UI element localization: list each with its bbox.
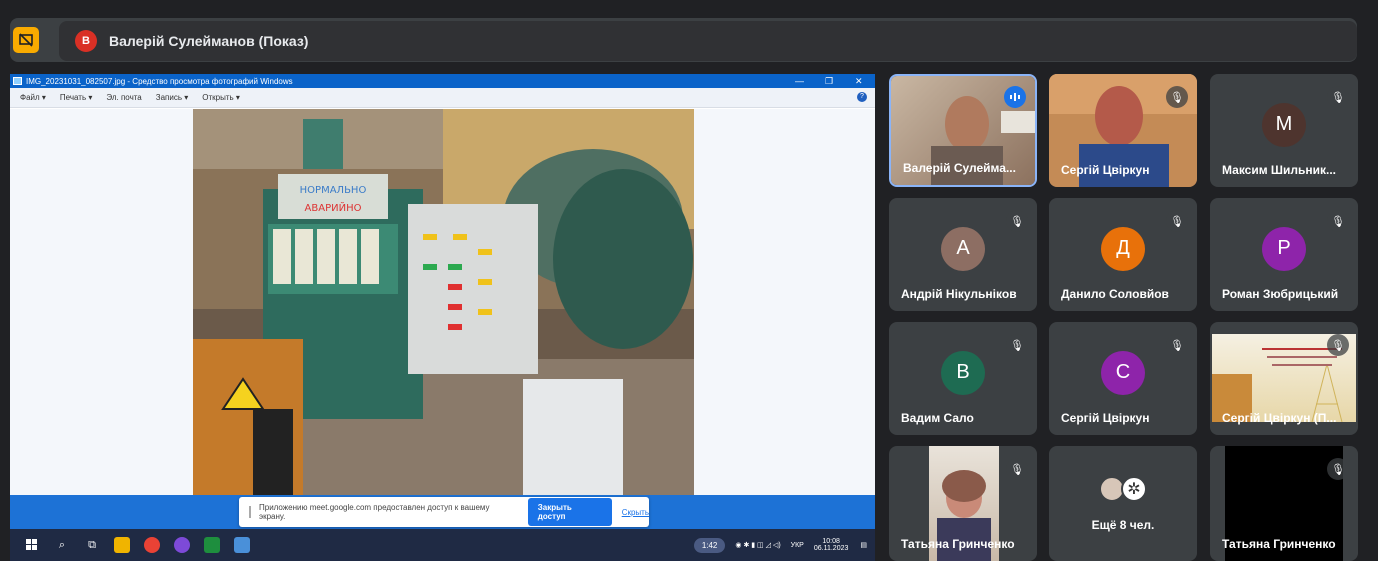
participant-tile[interactable]: 🎙 Д Данило Соловйов (1049, 198, 1197, 311)
task-view-icon[interactable]: ⧉ (84, 537, 100, 553)
tray-time: 10:08 (822, 538, 840, 545)
close-icon[interactable]: ✕ (855, 74, 863, 88)
participant-tile[interactable]: 🎙 Сергій Цвіркун (П... (1210, 322, 1358, 435)
mic-off-icon: 🎙 (1006, 210, 1028, 232)
participant-tile[interactable]: 🎙 А Андрій Нікульніков (889, 198, 1037, 311)
participant-tile[interactable]: Валерій Сулейма... (889, 74, 1037, 187)
menu-burn[interactable]: Запись ▾ (156, 93, 189, 102)
participant-name: Татьяна Гринченко (1222, 537, 1336, 551)
speaking-indicator-icon (1004, 86, 1026, 108)
photo-sign-alarm: АВАРИЙНО (305, 201, 362, 214)
more-count-label: Ещё 8 чел. (1091, 518, 1155, 532)
participant-name: Роман Зюбрицький (1222, 287, 1339, 301)
mini-avatar-flower-icon: ✲ (1121, 476, 1147, 502)
presenter-chip[interactable]: В Валерій Сулейманов (Показ) (59, 21, 1357, 61)
participant-avatar: М (1262, 102, 1306, 147)
participant-tile[interactable]: 🎙 Р Роман Зюбрицький (1210, 198, 1358, 311)
mic-off-icon: 🎙 (1166, 210, 1188, 232)
shared-screen: IMG_20231031_082507.jpg - Средство просм… (10, 74, 875, 561)
photo-viewer-titlebar: IMG_20231031_082507.jpg - Средство просм… (10, 74, 875, 88)
presenter-avatar: В (75, 30, 97, 52)
meet-icon[interactable] (204, 537, 220, 553)
participant-tile[interactable]: 🎙 Сергій Цвіркун (1049, 74, 1197, 187)
presenter-label: Валерій Сулейманов (Показ) (109, 33, 309, 49)
windows-start-icon[interactable] (24, 537, 40, 553)
tray-pill[interactable]: 1:42 (693, 537, 726, 553)
drag-handle-icon[interactable] (249, 506, 251, 518)
mic-off-icon: 🎙 (1166, 334, 1188, 356)
window-title: IMG_20231031_082507.jpg - Средство просм… (26, 76, 293, 86)
more-participants-tile[interactable]: ✲ Ещё 8 чел. (1049, 446, 1197, 561)
search-icon[interactable]: ⌕ (54, 537, 70, 553)
system-tray: 1:42 ◉ ✱ ▮ ◫ ◿ ◁) УКР 10:08 06.11.2023 ▤ (693, 529, 867, 561)
participant-avatar: С (1101, 350, 1145, 395)
tray-network-icon[interactable]: ◉ ✱ ▮ ◫ ◿ ◁) (735, 541, 780, 549)
mic-off-icon: 🎙 (1327, 334, 1349, 356)
mic-off-icon: 🎙 (1327, 210, 1349, 232)
stop-presenting-icon[interactable] (13, 27, 39, 53)
participant-tile[interactable]: 🎙 С Сергій Цвіркун (1049, 322, 1197, 435)
participant-name: Сергій Цвіркун (П... (1222, 411, 1337, 425)
participant-name: Валерій Сулейма... (903, 161, 1016, 175)
viber-icon[interactable] (174, 537, 190, 553)
windows-taskbar: ⌕ ⧉ 1:42 ◉ ✱ ▮ ◫ ◿ ◁) УКР 10:08 06.11.20… (10, 529, 875, 561)
participant-name: Вадим Сало (901, 411, 974, 425)
participant-tile[interactable]: 🎙 Татьяна Гринченко (889, 446, 1037, 561)
participant-avatar: Р (1262, 226, 1306, 271)
mic-off-icon: 🎙 (1327, 86, 1349, 108)
tray-clock[interactable]: 10:08 06.11.2023 (814, 538, 849, 552)
stop-sharing-button[interactable]: Закрыть доступ (527, 498, 612, 526)
participant-name: Сергій Цвіркун (1061, 411, 1150, 425)
share-notice: Приложению meet.google.com предоставлен … (239, 497, 649, 527)
photos-icon[interactable] (234, 537, 250, 553)
menu-print[interactable]: Печать ▾ (60, 93, 92, 102)
notifications-icon[interactable]: ▤ (860, 541, 867, 549)
participant-name: Сергій Цвіркун (1061, 163, 1150, 177)
photo-sign-normal: НОРМАЛЬНО (300, 185, 367, 196)
chrome-icon[interactable] (144, 537, 160, 553)
viewer-menubar: Файл ▾ Печать ▾ Эл. почта Запись ▾ Откры… (10, 88, 875, 108)
participant-name: Андрій Нікульніков (901, 287, 1017, 301)
participant-tile[interactable]: 🎙 В Вадим Сало (889, 322, 1037, 435)
menu-open[interactable]: Открыть ▾ (202, 93, 240, 102)
participant-avatar: А (941, 226, 985, 271)
photo-viewer-icon (13, 77, 22, 85)
menu-file[interactable]: Файл ▾ (20, 93, 46, 102)
participant-name: Татьяна Гринченко (901, 537, 1015, 551)
tray-language[interactable]: УКР (791, 542, 804, 549)
share-notice-text: Приложению meet.google.com предоставлен … (259, 503, 490, 521)
more-avatars: ✲ (1099, 476, 1147, 502)
mic-off-icon: 🎙 (1327, 458, 1349, 480)
tray-date: 06.11.2023 (813, 545, 849, 552)
mic-off-icon: 🎙 (1006, 458, 1028, 480)
restore-icon[interactable]: ❐ (825, 74, 833, 88)
mic-off-icon: 🎙 (1006, 334, 1028, 356)
participant-tile[interactable]: 🎙 Татьяна Гринченко (1210, 446, 1358, 561)
participant-avatar: Д (1101, 226, 1145, 271)
help-icon[interactable]: ? (857, 92, 867, 102)
participant-name: Данило Соловйов (1061, 287, 1169, 301)
minimize-icon[interactable]: — (795, 74, 804, 88)
mic-off-icon: 🎙 (1166, 86, 1188, 108)
file-explorer-icon[interactable] (114, 537, 130, 553)
equipment-photo: НОРМАЛЬНО АВАРИЙНО (193, 109, 694, 495)
photo-viewport: НОРМАЛЬНО АВАРИЙНО (10, 109, 875, 495)
hide-link[interactable]: Скрыть (622, 508, 649, 517)
participant-name: Максим Шильник... (1222, 163, 1336, 177)
participant-tile[interactable]: 🎙 М Максим Шильник... (1210, 74, 1358, 187)
menu-email[interactable]: Эл. почта (106, 93, 141, 102)
participant-avatar: В (941, 350, 985, 395)
